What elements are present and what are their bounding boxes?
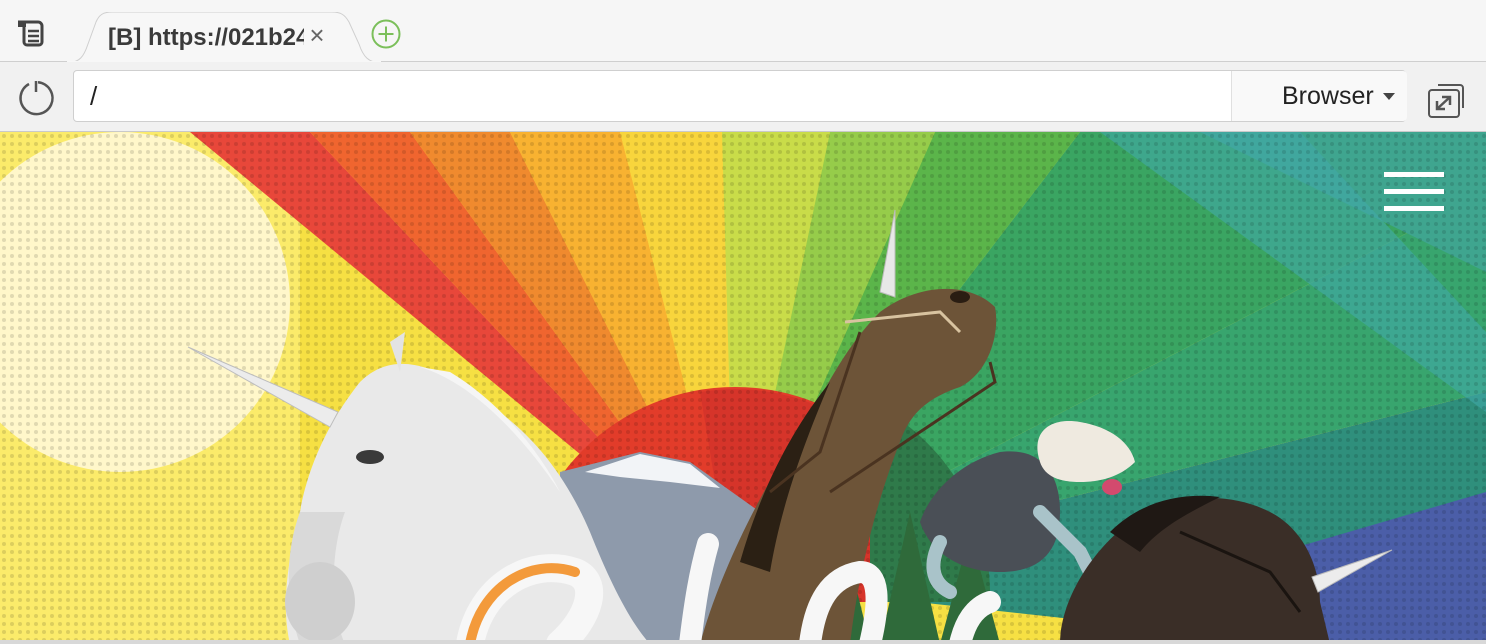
hero-illustration [0,132,1486,644]
caret-down-icon [1383,93,1395,100]
engine-select[interactable]: Browser [1231,71,1407,121]
page-viewport [0,132,1486,644]
external-window-icon[interactable] [1426,80,1466,120]
reload-icon[interactable] [16,78,56,118]
window-bottom-border [0,640,1486,644]
tab-strip: [B] https://021b24 × [0,0,1486,63]
tab-list-icon[interactable] [16,18,48,48]
tab-title: [B] https://021b24 [108,24,304,51]
tab-active[interactable]: [B] https://021b24 × [66,12,382,63]
navigation-toolbar: Browser [0,62,1486,132]
url-input[interactable] [90,77,1210,115]
close-icon[interactable]: × [306,22,328,48]
engine-label: Browser [1282,82,1374,110]
plus-circle-icon[interactable] [370,18,402,50]
address-bar: Browser [73,70,1407,122]
hamburger-menu-icon[interactable] [1384,172,1444,212]
